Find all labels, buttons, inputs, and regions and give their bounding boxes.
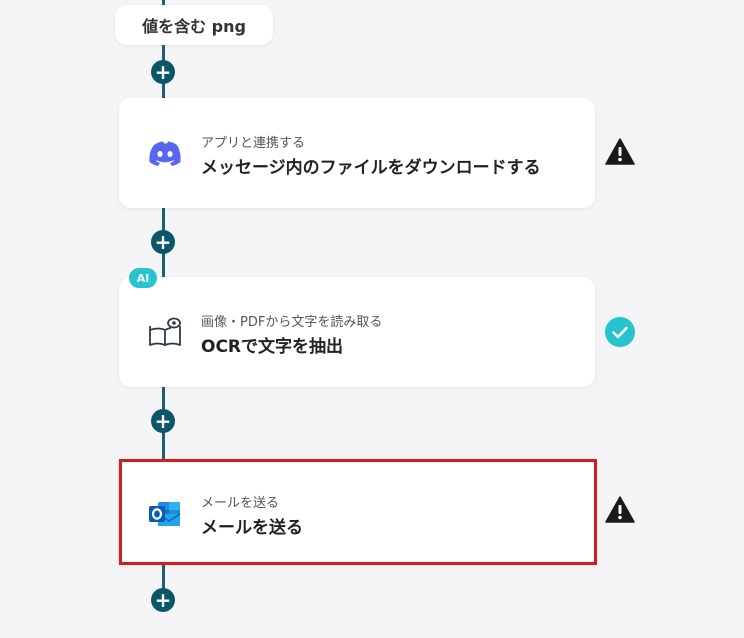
plus-icon: + [154,230,172,254]
outlook-icon [149,502,181,526]
add-step-button[interactable]: + [151,409,175,433]
ocr-book-eye-icon [149,317,181,346]
step-card-ocr[interactable]: AI 画像・PDFから文字を読み取る OCRで文字を抽出 [119,268,595,387]
step-card-discord-download[interactable]: アプリと連携する メッセージ内のファイルをダウンロードする [119,98,595,208]
condition-pill[interactable]: 値を含む png [115,5,273,45]
plus-icon: + [154,588,172,612]
plus-icon: + [154,60,172,84]
ai-badge: AI [129,268,157,288]
check-circle-icon [605,317,635,347]
warning-icon [605,138,635,165]
step-subtitle: メールを送る [201,496,280,511]
step-subtitle: 画像・PDFから文字を読み取る [201,315,383,330]
step-title: メールを送る [201,518,303,538]
step-title: OCRで文字を抽出 [201,337,344,357]
add-step-button[interactable]: + [151,588,175,612]
plus-icon: + [154,409,172,433]
step-card-send-mail[interactable]: メールを送る メールを送る [119,459,597,565]
discord-icon [149,141,181,166]
step-subtitle: アプリと連携する [201,136,306,151]
warning-icon [605,496,635,523]
step-title: メッセージ内のファイルをダウンロードする [201,158,541,178]
condition-label: 値を含む png [142,17,246,36]
add-step-button[interactable]: + [151,60,175,84]
add-step-button[interactable]: + [151,230,175,254]
